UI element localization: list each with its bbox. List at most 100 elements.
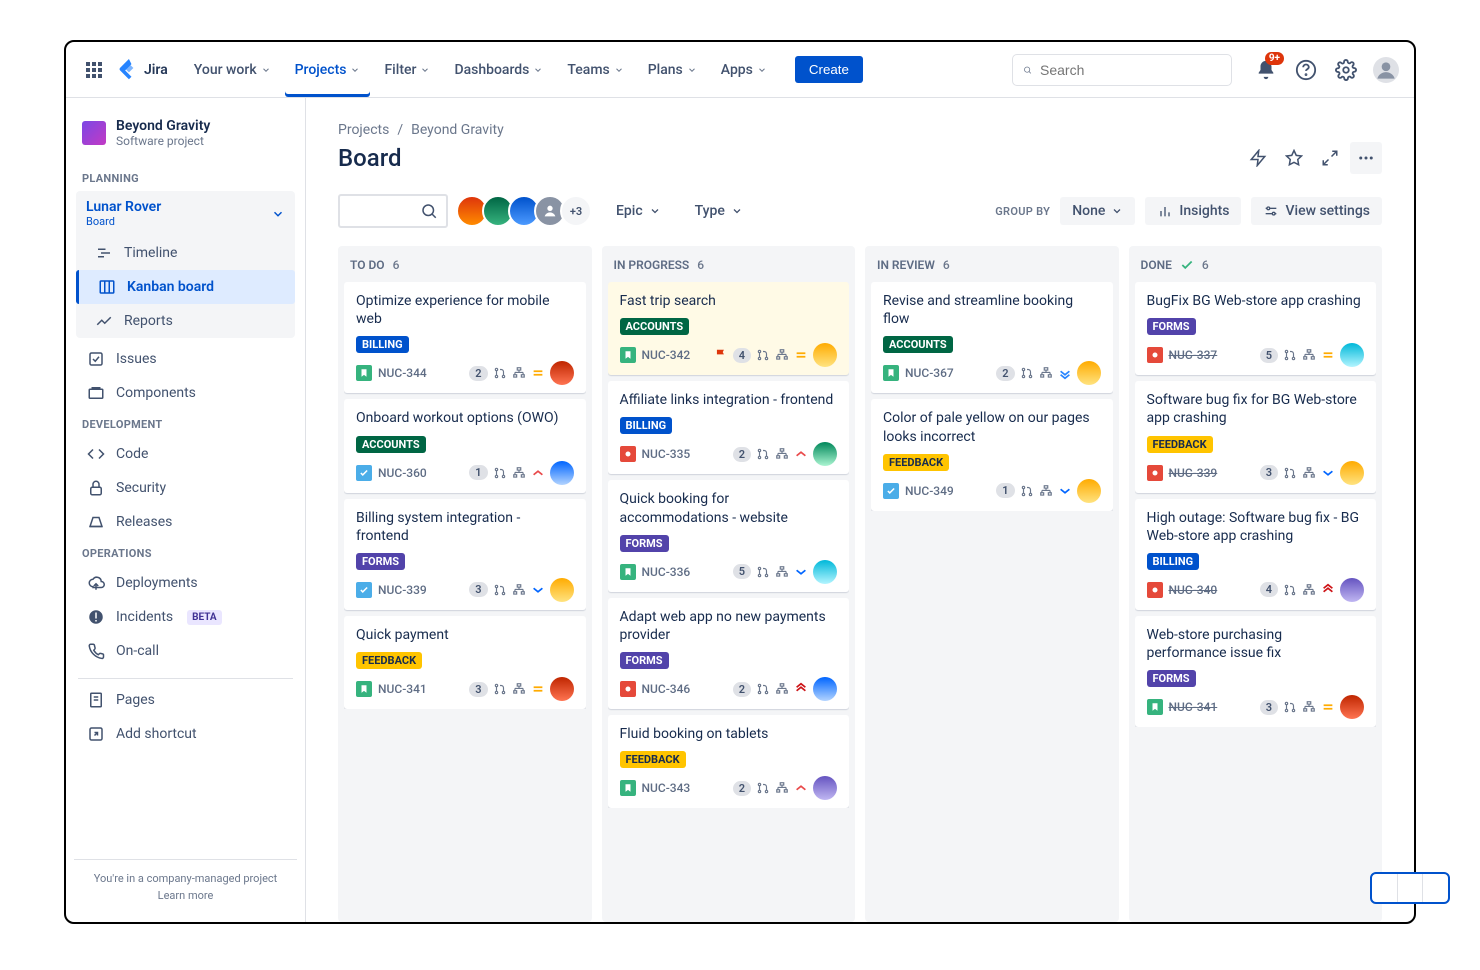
epic-badge[interactable]: FEEDBACK — [1147, 436, 1213, 453]
automation-button[interactable] — [1242, 142, 1274, 174]
epic-badge[interactable]: BILLING — [356, 336, 409, 353]
assignee-avatar[interactable] — [813, 776, 837, 800]
assignee-avatar[interactable] — [813, 560, 837, 584]
nav-filter[interactable]: Filter — [374, 43, 440, 97]
jira-logo[interactable]: Jira — [118, 59, 168, 81]
sidebar-security[interactable]: Security — [74, 471, 297, 505]
epic-badge[interactable]: FORMS — [620, 652, 669, 669]
issue-card[interactable]: Fast trip search ACCOUNTS NUC-342 4 — [608, 282, 850, 375]
star-button[interactable] — [1278, 142, 1310, 174]
issue-card[interactable]: Quick payment FEEDBACK NUC-341 3 — [344, 616, 586, 709]
issue-key[interactable]: NUC-339 — [378, 583, 427, 597]
assignee-avatar[interactable] — [1340, 461, 1364, 485]
issue-card[interactable]: Affiliate links integration - frontend B… — [608, 381, 850, 474]
epic-badge[interactable]: BILLING — [1147, 553, 1200, 570]
issue-key[interactable]: NUC-341 — [1169, 700, 1218, 714]
profile-button[interactable] — [1370, 54, 1402, 86]
issue-key[interactable]: NUC-342 — [642, 348, 691, 362]
nav-teams[interactable]: Teams — [557, 43, 633, 97]
group-by-select[interactable]: None — [1060, 197, 1135, 225]
epic-badge[interactable]: ACCOUNTS — [620, 318, 690, 335]
issue-card[interactable]: Color of pale yellow on our pages looks … — [871, 399, 1113, 510]
epic-badge[interactable]: FORMS — [620, 535, 669, 552]
epic-badge[interactable]: ACCOUNTS — [356, 436, 426, 453]
epic-badge[interactable]: FORMS — [1147, 318, 1196, 335]
assignee-avatar[interactable] — [813, 442, 837, 466]
settings-button[interactable] — [1330, 54, 1362, 86]
epic-badge[interactable]: FEEDBACK — [883, 454, 949, 471]
fullscreen-button[interactable] — [1314, 142, 1346, 174]
issue-card[interactable]: Revise and streamline booking flow ACCOU… — [871, 282, 1113, 393]
global-search[interactable] — [1012, 54, 1232, 86]
assignee-avatar[interactable] — [1077, 361, 1101, 385]
issue-key[interactable]: NUC-337 — [1169, 348, 1218, 362]
crumb-projects[interactable]: Projects — [338, 122, 389, 138]
type-filter[interactable]: Type — [685, 197, 753, 225]
sidebar-pages[interactable]: Pages — [74, 683, 297, 717]
project-header[interactable]: Beyond Gravity Software project — [74, 118, 297, 164]
nav-projects[interactable]: Projects — [285, 43, 371, 97]
more-button[interactable] — [1350, 142, 1382, 174]
sidebar-deployments[interactable]: Deployments — [74, 566, 297, 600]
issue-key[interactable]: NUC-339 — [1169, 466, 1218, 480]
issue-card[interactable]: Fluid booking on tablets FEEDBACK NUC-34… — [608, 715, 850, 808]
issue-card[interactable]: Adapt web app no new payments provider F… — [608, 598, 850, 709]
issue-key[interactable]: NUC-341 — [378, 682, 427, 696]
sidebar-releases[interactable]: Releases — [74, 505, 297, 539]
assignee-avatar[interactable] — [550, 361, 574, 385]
epic-badge[interactable]: ACCOUNTS — [883, 336, 953, 353]
assignee-avatar[interactable] — [1077, 479, 1101, 503]
sidebar-issues[interactable]: Issues — [74, 342, 297, 376]
nav-apps[interactable]: Apps — [711, 43, 777, 97]
assignee-avatar[interactable] — [1340, 343, 1364, 367]
issue-key[interactable]: NUC-336 — [642, 565, 691, 579]
assignee-avatar[interactable] — [550, 677, 574, 701]
sidebar-components[interactable]: Components — [74, 376, 297, 410]
issue-key[interactable]: NUC-346 — [642, 682, 691, 696]
sidebar-on-call[interactable]: On-call — [74, 634, 297, 668]
board-switcher[interactable]: Lunar Rover Board — [76, 191, 295, 236]
help-button[interactable] — [1290, 54, 1322, 86]
issue-key[interactable]: NUC-335 — [642, 447, 691, 461]
assignee-avatar[interactable] — [1340, 695, 1364, 719]
sidebar-reports[interactable]: Reports — [76, 304, 295, 338]
sidebar-timeline[interactable]: Timeline — [76, 236, 295, 270]
nav-dashboards[interactable]: Dashboards — [444, 43, 553, 97]
crumb-project[interactable]: Beyond Gravity — [411, 122, 504, 138]
app-switcher[interactable] — [78, 54, 110, 86]
assignee-avatar[interactable] — [550, 461, 574, 485]
avatar-more[interactable]: +3 — [560, 195, 592, 227]
issue-card[interactable]: Onboard workout options (OWO) ACCOUNTS N… — [344, 399, 586, 492]
notifications-button[interactable]: 9+ — [1250, 54, 1282, 86]
create-button[interactable]: Create — [795, 56, 863, 83]
epic-badge[interactable]: FEEDBACK — [620, 751, 686, 768]
nav-plans[interactable]: Plans — [638, 43, 707, 97]
issue-key[interactable]: NUC-340 — [1169, 583, 1218, 597]
sidebar-code[interactable]: Code — [74, 437, 297, 471]
issue-key[interactable]: NUC-367 — [905, 366, 954, 380]
sidebar-kanban-board[interactable]: Kanban board — [76, 270, 295, 304]
issue-key[interactable]: NUC-344 — [378, 366, 427, 380]
issue-key[interactable]: NUC-360 — [378, 466, 427, 480]
assignee-avatar[interactable] — [1340, 578, 1364, 602]
issue-card[interactable]: High outage: Software bug fix - BG Web-s… — [1135, 499, 1377, 610]
learn-more-link[interactable]: Learn more — [82, 889, 289, 902]
insights-button[interactable]: Insights — [1145, 197, 1241, 225]
assignee-filter[interactable]: +3 — [462, 195, 592, 227]
assignee-avatar[interactable] — [550, 578, 574, 602]
issue-key[interactable]: NUC-349 — [905, 484, 954, 498]
sidebar-add-shortcut[interactable]: Add shortcut — [74, 717, 297, 751]
nav-your-work[interactable]: Your work — [184, 43, 281, 97]
epic-badge[interactable]: FORMS — [356, 553, 405, 570]
issue-key[interactable]: NUC-343 — [642, 781, 691, 795]
assignee-avatar[interactable] — [813, 677, 837, 701]
epic-filter[interactable]: Epic — [606, 197, 671, 225]
issue-card[interactable]: Quick booking for accommodations - websi… — [608, 480, 850, 591]
assignee-avatar[interactable] — [813, 343, 837, 367]
search-input[interactable] — [1040, 62, 1221, 78]
issue-card[interactable]: Optimize experience for mobile web BILLI… — [344, 282, 586, 393]
issue-card[interactable]: Billing system integration - frontend FO… — [344, 499, 586, 610]
issue-card[interactable]: Web-store purchasing performance issue f… — [1135, 616, 1377, 727]
help-widget[interactable] — [1370, 872, 1450, 904]
epic-badge[interactable]: BILLING — [620, 417, 673, 434]
